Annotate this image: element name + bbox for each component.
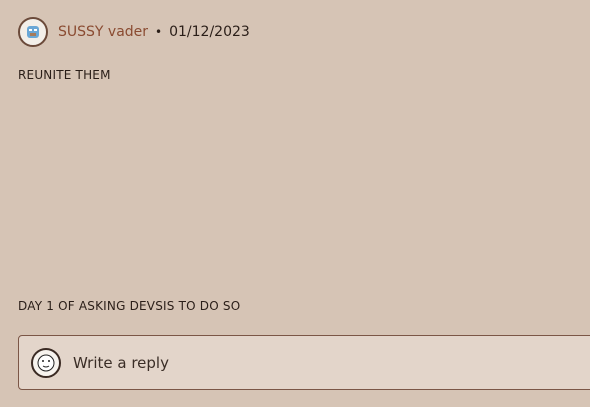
author-avatar-icon[interactable]	[18, 17, 48, 47]
post-body-line-2: DAY 1 OF ASKING DEVSIS TO DO SO	[18, 299, 241, 313]
author-name[interactable]: SUSSY vader	[58, 24, 148, 40]
post-body-line-1: REUNITE THEM	[18, 68, 111, 82]
post-header: SUSSY vader • 01/12/2023	[18, 16, 250, 48]
reply-user-avatar-icon	[31, 347, 61, 378]
header-separator: •	[155, 25, 163, 39]
reply-placeholder: Write a reply	[73, 353, 169, 372]
post-date: 01/12/2023	[169, 24, 250, 40]
reply-input[interactable]: Write a reply	[18, 335, 590, 390]
